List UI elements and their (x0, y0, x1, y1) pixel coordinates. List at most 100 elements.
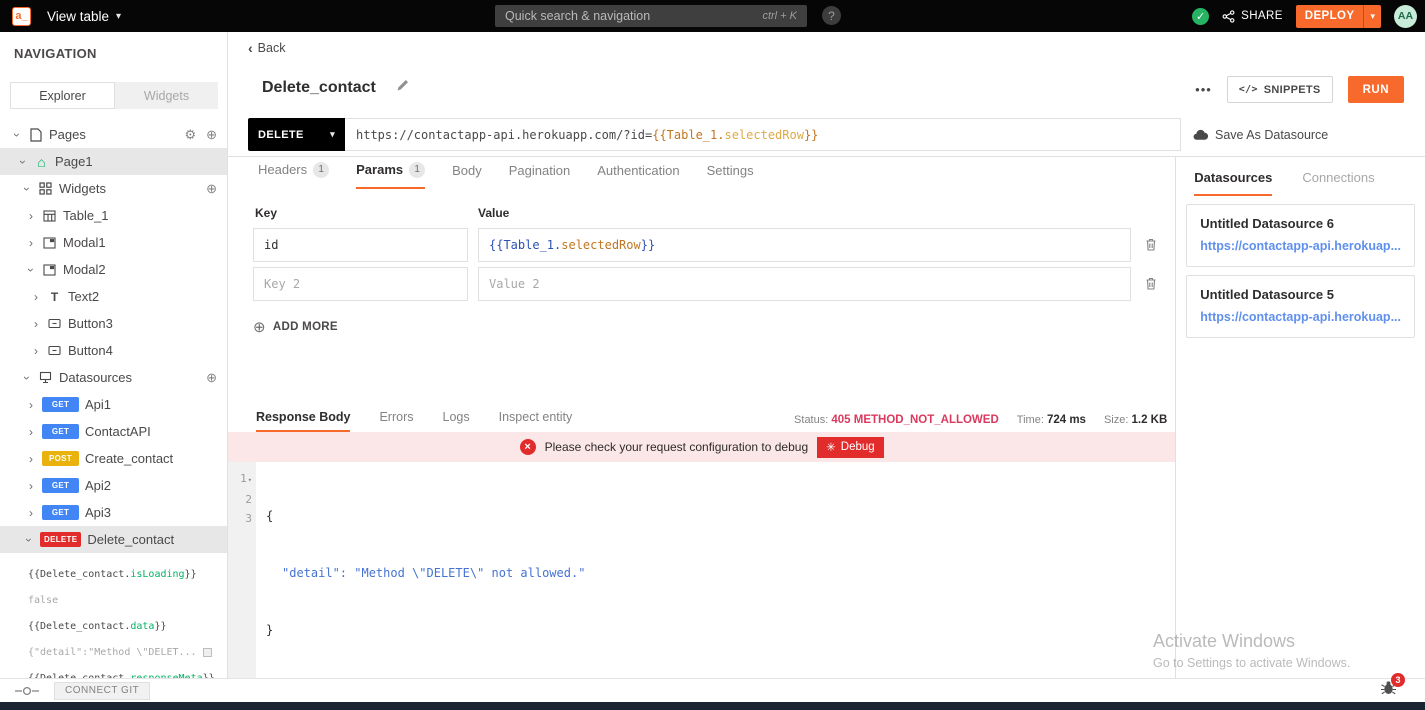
plus-icon[interactable]: ⊕ (206, 127, 217, 143)
url-input[interactable]: https://contactapp-api.herokuapp.com/?id… (345, 118, 1181, 151)
tab-authentication[interactable]: Authentication (597, 163, 679, 189)
datasource-url[interactable]: https://contactapp-api.herokuap... (1200, 310, 1401, 324)
snippets-button[interactable]: </> SNIPPETS (1227, 76, 1333, 103)
plus-icon[interactable]: ⊕ (206, 181, 217, 197)
sidebar-item-modal2[interactable]: Modal2 (0, 256, 227, 283)
datasource-card[interactable]: Untitled Datasource 5 https://contactapp… (1186, 275, 1415, 338)
chevron-right-icon[interactable] (26, 398, 36, 412)
response-meta: Status: 405 METHOD_NOT_ALLOWED Time: 724… (794, 414, 1175, 432)
sidebar-item-table1[interactable]: Table_1 (0, 202, 227, 229)
tab-response-body[interactable]: Response Body (256, 410, 350, 432)
chevron-right-icon[interactable] (26, 425, 36, 439)
sidebar-item-button4[interactable]: Button4 (0, 337, 227, 364)
debug-button[interactable]: ✳ Debug (817, 437, 884, 458)
sidebar-item-create-contact[interactable]: POST Create_contact (0, 445, 227, 472)
chevron-down-icon[interactable] (12, 128, 22, 142)
sidebar-item-datasources[interactable]: Datasources ⊕ (0, 364, 227, 391)
copy-icon[interactable] (203, 648, 212, 657)
param-value-input[interactable] (478, 267, 1131, 301)
chevron-right-icon[interactable] (31, 344, 41, 358)
back-button[interactable]: ‹ Back (248, 40, 285, 56)
tab-explorer[interactable]: Explorer (10, 82, 115, 109)
param-key-input[interactable] (253, 267, 468, 301)
chevron-down-icon[interactable] (26, 263, 36, 277)
sidebar: NAVIGATION Explorer Widgets Pages ⚙ ⊕ ⌂ … (0, 32, 228, 678)
chevron-down-icon[interactable] (18, 155, 28, 169)
chevron-right-icon[interactable] (31, 290, 41, 304)
debug-bug-button[interactable]: 3 (1380, 680, 1397, 701)
avatar[interactable]: AA (1394, 5, 1417, 28)
binding-isloading-value: false (0, 587, 227, 613)
tab-connections[interactable]: Connections (1302, 170, 1374, 196)
deploy-button[interactable]: DEPLOY ▾ (1296, 5, 1381, 28)
tree-label: Button4 (68, 343, 113, 358)
chevron-right-icon[interactable] (26, 452, 36, 466)
sidebar-item-api1[interactable]: GET Api1 (0, 391, 227, 418)
deploy-chevron-icon[interactable]: ▾ (1363, 5, 1381, 28)
datasource-url[interactable]: https://contactapp-api.herokuap... (1200, 239, 1401, 253)
param-value-input[interactable]: {{Table_1.selectedRow}} (478, 228, 1131, 262)
plus-icon[interactable]: ⊕ (206, 370, 217, 386)
tab-body[interactable]: Body (452, 163, 482, 189)
tree-label: Api1 (85, 397, 111, 412)
request-config-area: Headers 1 Params 1 Body Pagination Authe… (228, 157, 1176, 678)
share-button[interactable]: SHARE (1222, 10, 1283, 23)
tab-headers[interactable]: Headers 1 (258, 162, 329, 189)
tab-inspect-entity[interactable]: Inspect entity (499, 410, 573, 432)
chevron-down-icon[interactable] (22, 371, 32, 385)
add-more-button[interactable]: ⊕ ADD MORE (253, 318, 1175, 336)
app-logo-icon[interactable]: a_ (12, 7, 31, 26)
sidebar-item-button3[interactable]: Button3 (0, 310, 227, 337)
code-line: } (266, 621, 585, 640)
binding-prop: isLoading (130, 569, 184, 580)
quick-search-input[interactable]: Quick search & navigation ctrl + K (495, 5, 807, 27)
binding-data[interactable]: {{Delete_contact.data}} (0, 613, 227, 639)
param-key-input[interactable] (253, 228, 468, 262)
delete-row-icon[interactable] (1144, 276, 1158, 291)
tab-settings[interactable]: Settings (707, 163, 754, 189)
snippets-label: SNIPPETS (1264, 84, 1321, 96)
git-branch-icon (14, 685, 40, 697)
fold-arrow-icon[interactable]: ▾ (248, 476, 252, 484)
connect-git-button[interactable]: CONNECT GIT (54, 682, 150, 700)
chevron-right-icon[interactable] (26, 209, 36, 223)
help-icon[interactable]: ? (822, 6, 841, 25)
tab-datasources[interactable]: Datasources (1194, 170, 1272, 196)
button-icon (47, 343, 62, 358)
sidebar-item-contactapi[interactable]: GET ContactAPI (0, 418, 227, 445)
tab-logs[interactable]: Logs (443, 410, 470, 432)
chevron-down-icon[interactable] (22, 182, 32, 196)
tab-errors[interactable]: Errors (379, 410, 413, 432)
tree-label: Create_contact (85, 451, 173, 466)
sidebar-item-page1[interactable]: ⌂ Page1 (0, 148, 227, 175)
sidebar-item-text2[interactable]: T Text2 (0, 283, 227, 310)
chevron-right-icon[interactable] (26, 506, 36, 520)
tab-params[interactable]: Params 1 (356, 162, 425, 189)
binding-responsemeta[interactable]: {{Delete_contact.responseMeta}} (0, 665, 227, 678)
sidebar-item-api3[interactable]: GET Api3 (0, 499, 227, 526)
sidebar-item-delete-contact[interactable]: DELETE Delete_contact (0, 526, 227, 553)
cloud-icon (1193, 129, 1208, 141)
sidebar-item-widgets[interactable]: Widgets ⊕ (0, 175, 227, 202)
sidebar-item-pages[interactable]: Pages ⚙ ⊕ (0, 121, 227, 148)
gear-icon[interactable]: ⚙ (184, 127, 196, 143)
save-as-datasource-button[interactable]: Save As Datasource (1193, 118, 1328, 151)
tab-pagination[interactable]: Pagination (509, 163, 570, 189)
tab-widgets[interactable]: Widgets (115, 82, 218, 109)
chevron-right-icon[interactable] (26, 479, 36, 493)
datasource-card[interactable]: Untitled Datasource 6 https://contactapp… (1186, 204, 1415, 267)
error-circle-icon: × (520, 439, 536, 455)
response-body-viewer[interactable]: 1▾ 2 3 { "detail": "Method \"DELETE\" no… (228, 462, 1175, 678)
chevron-down-icon[interactable] (24, 533, 34, 547)
more-menu-icon[interactable]: ••• (1195, 82, 1212, 97)
delete-row-icon[interactable] (1144, 237, 1158, 252)
sidebar-item-api2[interactable]: GET Api2 (0, 472, 227, 499)
edit-name-icon[interactable] (396, 78, 410, 97)
sidebar-item-modal1[interactable]: Modal1 (0, 229, 227, 256)
chevron-right-icon[interactable] (31, 317, 41, 331)
chevron-right-icon[interactable] (26, 236, 36, 250)
app-menu[interactable]: View table ▾ (47, 9, 121, 24)
http-method-dropdown[interactable]: DELETE ▾ (248, 118, 345, 151)
run-button[interactable]: RUN (1348, 76, 1404, 103)
binding-isloading[interactable]: {{Delete_contact.isLoading}} (0, 561, 227, 587)
